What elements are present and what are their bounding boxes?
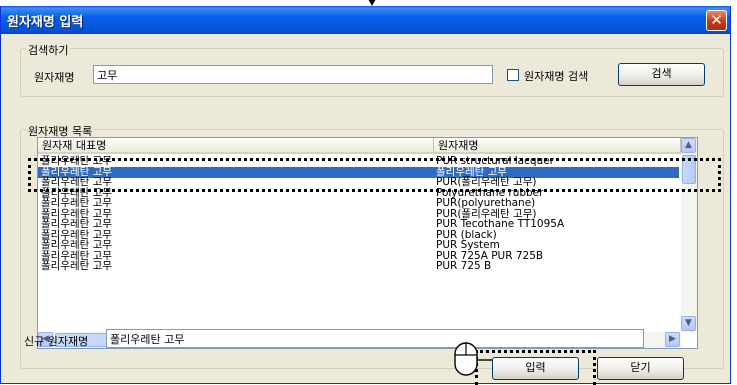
table-row[interactable]: 폴리우레탄 고무 PUR (black) (38, 229, 679, 241)
table-row[interactable]: 폴리우레탄 고무 PUR(폴리우레탄 고무) (38, 208, 679, 220)
title-bar[interactable]: 원자재명 입력 ✕ (1, 6, 730, 34)
new-material-label: 신규 원자재명 (24, 335, 89, 348)
close-icon[interactable]: ✕ (706, 10, 727, 31)
search-button[interactable]: 검색 (618, 63, 705, 86)
window-title: 원자재명 입력 (7, 15, 84, 30)
scroll-down-icon[interactable]: ▼ (681, 316, 696, 331)
name-search-checkbox[interactable] (507, 69, 519, 81)
highlight-annotation (28, 158, 721, 192)
cell-material: PUR 725 B (436, 260, 492, 272)
scroll-up-icon[interactable]: ▲ (681, 138, 696, 153)
name-search-checkbox-label: 원자재명 검색 (524, 70, 589, 83)
search-group-legend: 검색하기 (26, 42, 71, 58)
column-header-representative[interactable]: 원자재 대표명 (38, 138, 434, 154)
close-button[interactable]: 닫기 (597, 357, 684, 380)
table-row[interactable]: 폴리우레탄 고무 PUR 725 B (38, 261, 679, 272)
mouse-icon (454, 342, 492, 376)
scroll-right-icon[interactable]: ▶ (665, 332, 680, 347)
search-input[interactable]: 고무 (93, 65, 493, 84)
table-row[interactable]: 폴리우레탄 고무 PUR Tecothane TT1095A (38, 219, 679, 230)
column-header-material[interactable]: 원자재명 (434, 138, 681, 154)
cell-representative: 폴리우레탄 고무 (41, 260, 112, 272)
table-row[interactable]: 폴리우레탄 고무 PUR 725A PUR 725B (38, 250, 679, 262)
table-row[interactable]: 폴리우레탄 고무 PUR(polyurethane) (38, 198, 679, 209)
table-row[interactable]: 폴리우레탄 고무 PUR System (38, 240, 679, 251)
new-material-input[interactable]: 폴리우레탄 고무 (106, 329, 644, 348)
search-label: 원자재명 (34, 71, 75, 84)
